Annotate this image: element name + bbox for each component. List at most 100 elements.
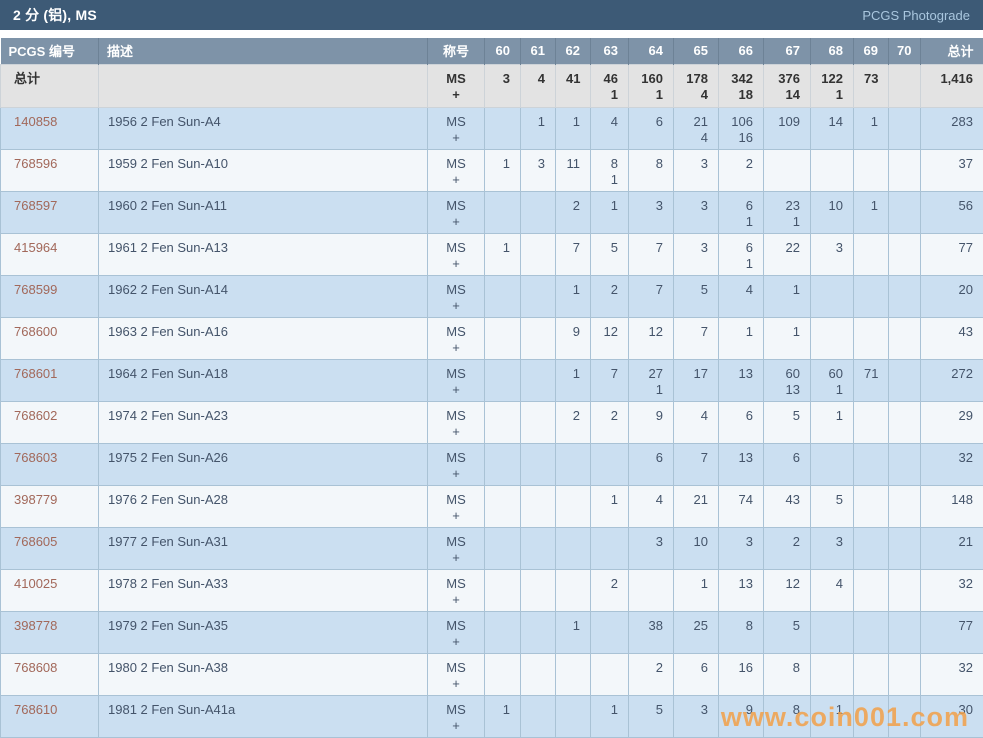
grade-cell-69 <box>854 317 889 359</box>
grade-cell-60: 1 <box>485 695 521 737</box>
grade-cell-61: 4 <box>521 64 556 107</box>
column-header-64: 64 <box>629 38 674 64</box>
coin-description: 1979 2 Fen Sun-A35 <box>99 611 428 653</box>
table-row: 7686081980 2 Fen Sun-A38MS+2616832 <box>1 653 983 695</box>
grade-cell-63 <box>591 653 629 695</box>
pcgs-number-cell: 768596 <box>1 149 99 191</box>
grade-cell-69 <box>854 233 889 275</box>
grade-cell-68 <box>811 611 854 653</box>
grade-cell-70 <box>889 401 921 443</box>
grade-cell-64: 5 <box>629 695 674 737</box>
grade-cell-60: 1 <box>485 149 521 191</box>
designation-cell: MS+ <box>428 527 485 569</box>
pcgs-number-link[interactable]: 768600 <box>14 324 57 339</box>
designation-cell: MS+ <box>428 653 485 695</box>
coin-description: 1962 2 Fen Sun-A14 <box>99 275 428 317</box>
grade-cell-66: 13 <box>719 359 764 401</box>
grade-cell-68: 3 <box>811 233 854 275</box>
grade-cell-63: 1 <box>591 485 629 527</box>
pcgs-number-link[interactable]: 768596 <box>14 156 57 171</box>
grade-cell-70 <box>889 569 921 611</box>
grade-cell-68: 10 <box>811 191 854 233</box>
column-header-62: 62 <box>556 38 591 64</box>
totals-label: 总计 <box>1 64 99 107</box>
grade-cell-67: 12 <box>764 569 811 611</box>
grade-cell-66: 8 <box>719 611 764 653</box>
grade-cell-60 <box>485 107 521 149</box>
grade-cell-62: 41 <box>556 64 591 107</box>
pcgs-number-link[interactable]: 768603 <box>14 450 57 465</box>
table-row: 7686051977 2 Fen Sun-A31MS+31032321 <box>1 527 983 569</box>
grade-cell-70 <box>889 149 921 191</box>
pcgs-number-link[interactable]: 410025 <box>14 576 57 591</box>
coin-description: 1974 2 Fen Sun-A23 <box>99 401 428 443</box>
grade-cell-65: 214 <box>674 107 719 149</box>
grade-cell-66: 34218 <box>719 64 764 107</box>
grade-cell-65: 7 <box>674 443 719 485</box>
coin-description: 1961 2 Fen Sun-A13 <box>99 233 428 275</box>
pcgs-number-link[interactable]: 415964 <box>14 240 57 255</box>
grade-cell-65: 3 <box>674 191 719 233</box>
grade-cell-65: 3 <box>674 695 719 737</box>
pcgs-number-link[interactable]: 768608 <box>14 660 57 675</box>
grade-cell-64 <box>629 569 674 611</box>
grade-cell-65: 1 <box>674 569 719 611</box>
grade-cell-66: 3 <box>719 527 764 569</box>
row-total-cell: 37 <box>921 149 983 191</box>
grade-cell-69: 1 <box>854 107 889 149</box>
grade-cell-64: 7 <box>629 275 674 317</box>
grade-cell-66: 74 <box>719 485 764 527</box>
designation-cell: MS+ <box>428 695 485 737</box>
designation-cell: MS+ <box>428 359 485 401</box>
row-total-cell: 32 <box>921 443 983 485</box>
column-header-pcgs: PCGS 编号 <box>1 38 99 64</box>
row-total-cell: 43 <box>921 317 983 359</box>
grade-cell-64: 271 <box>629 359 674 401</box>
grade-cell-65: 17 <box>674 359 719 401</box>
grade-cell-63 <box>591 611 629 653</box>
column-header-67: 67 <box>764 38 811 64</box>
pcgs-number-link[interactable]: 398778 <box>14 618 57 633</box>
designation-cell: MS+ <box>428 485 485 527</box>
grade-cell-62 <box>556 527 591 569</box>
grade-cell-66: 1 <box>719 317 764 359</box>
grade-cell-66: 13 <box>719 569 764 611</box>
population-table: PCGS 编号描述称号6061626364656667686970总计 总计MS… <box>0 38 983 738</box>
grade-cell-65: 5 <box>674 275 719 317</box>
grade-cell-63: 81 <box>591 149 629 191</box>
grade-cell-70 <box>889 653 921 695</box>
table-row: 7685971960 2 Fen Sun-A11MS+2133612311015… <box>1 191 983 233</box>
grade-cell-68: 601 <box>811 359 854 401</box>
grade-cell-63 <box>591 527 629 569</box>
pcgs-number-link[interactable]: 768599 <box>14 282 57 297</box>
grade-cell-60 <box>485 275 521 317</box>
grade-cell-67: 37614 <box>764 64 811 107</box>
pcgs-number-cell: 410025 <box>1 569 99 611</box>
pcgs-photograde-link[interactable]: PCGS Photograde <box>862 8 970 23</box>
grade-cell-67: 5 <box>764 401 811 443</box>
grade-cell-68: 1 <box>811 401 854 443</box>
pcgs-number-link[interactable]: 768597 <box>14 198 57 213</box>
grade-cell-69: 73 <box>854 64 889 107</box>
pcgs-number-link[interactable]: 768602 <box>14 408 57 423</box>
grade-cell-68: 1221 <box>811 64 854 107</box>
row-total-cell: 77 <box>921 611 983 653</box>
column-header-designation: 称号 <box>428 38 485 64</box>
pcgs-number-link[interactable]: 768610 <box>14 702 57 717</box>
column-header-70: 70 <box>889 38 921 64</box>
row-total-cell: 56 <box>921 191 983 233</box>
pcgs-number-link[interactable]: 398779 <box>14 492 57 507</box>
grade-cell-65: 21 <box>674 485 719 527</box>
grade-cell-66: 61 <box>719 233 764 275</box>
grade-cell-70 <box>889 233 921 275</box>
pcgs-number-cell: 398778 <box>1 611 99 653</box>
pcgs-number-link[interactable]: 768601 <box>14 366 57 381</box>
grade-cell-70 <box>889 317 921 359</box>
designation-cell: MS+ <box>428 443 485 485</box>
pcgs-number-link[interactable]: 768605 <box>14 534 57 549</box>
grade-cell-69: 1 <box>854 191 889 233</box>
pcgs-number-link[interactable]: 140858 <box>14 114 57 129</box>
grade-cell-61 <box>521 695 556 737</box>
row-total-cell: 29 <box>921 401 983 443</box>
coin-description: 1978 2 Fen Sun-A33 <box>99 569 428 611</box>
